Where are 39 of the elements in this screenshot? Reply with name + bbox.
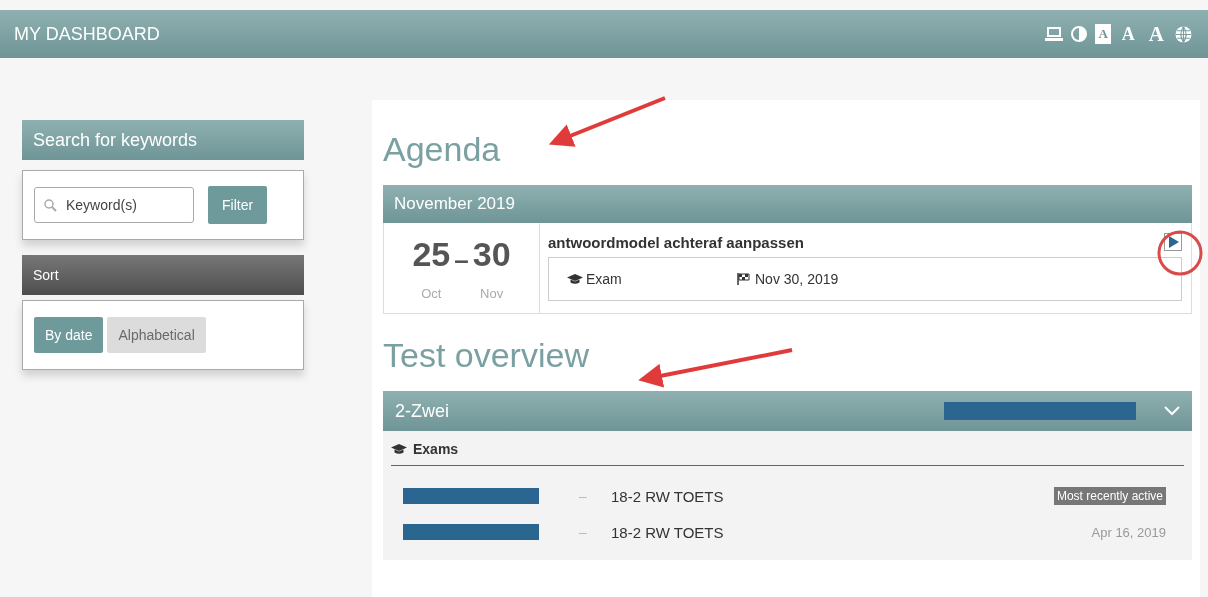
graduation-cap-icon xyxy=(391,443,407,455)
section-title: Exams xyxy=(413,441,459,457)
globe-icon[interactable] xyxy=(1175,25,1192,43)
filter-button[interactable]: Filter xyxy=(208,186,268,224)
font-size-button[interactable]: A xyxy=(1145,24,1167,44)
keyword-field[interactable]: Keyword(s) xyxy=(34,187,194,223)
font-size-button[interactable]: A xyxy=(1095,24,1111,44)
date-separator: – xyxy=(454,245,469,276)
month-header: November 2019 xyxy=(383,185,1192,223)
search-panel-title: Search for keywords xyxy=(22,120,304,160)
status-badge: Most recently active xyxy=(1053,487,1166,505)
chevron-icon[interactable] xyxy=(1164,406,1180,416)
start-day: 25 xyxy=(412,235,451,286)
flag-icon xyxy=(737,273,750,285)
group-name: 2-Zwei xyxy=(395,400,450,422)
test-date: Apr 16, 2019 xyxy=(1091,524,1166,540)
end-month: Nov xyxy=(479,286,505,303)
font-size-button[interactable]: A xyxy=(1118,24,1138,44)
sort-panel-title: Sort xyxy=(22,255,304,295)
group-header[interactable]: 2-Zwei xyxy=(383,391,1192,431)
end-day: 30 xyxy=(472,235,511,286)
item-type: Exam xyxy=(586,271,622,287)
due-date: Nov 30, 2019 xyxy=(755,271,839,287)
dash: – xyxy=(578,524,588,540)
graduation-cap-icon xyxy=(567,273,583,285)
dash: – xyxy=(578,488,588,504)
test-overview-heading: Test overview xyxy=(383,336,589,375)
contrast-icon[interactable] xyxy=(1071,26,1088,42)
sort-option[interactable]: By date xyxy=(34,317,104,353)
annotation-circle xyxy=(1157,230,1203,276)
test-title[interactable]: 18-2 RW TOETS xyxy=(607,487,1050,505)
agenda-heading: Agenda xyxy=(383,130,501,169)
agenda-item-title: antwoordmodel achteraf aanpassen xyxy=(548,233,804,251)
dashboard-title: MY DASHBOARD xyxy=(14,23,161,45)
search-icon xyxy=(44,199,57,212)
test-title[interactable]: 18-2 RW TOETS xyxy=(607,523,1088,541)
start-month: Oct xyxy=(420,286,443,303)
laptop-icon[interactable] xyxy=(1045,27,1064,41)
sort-option[interactable]: Alphabetical xyxy=(107,317,206,353)
